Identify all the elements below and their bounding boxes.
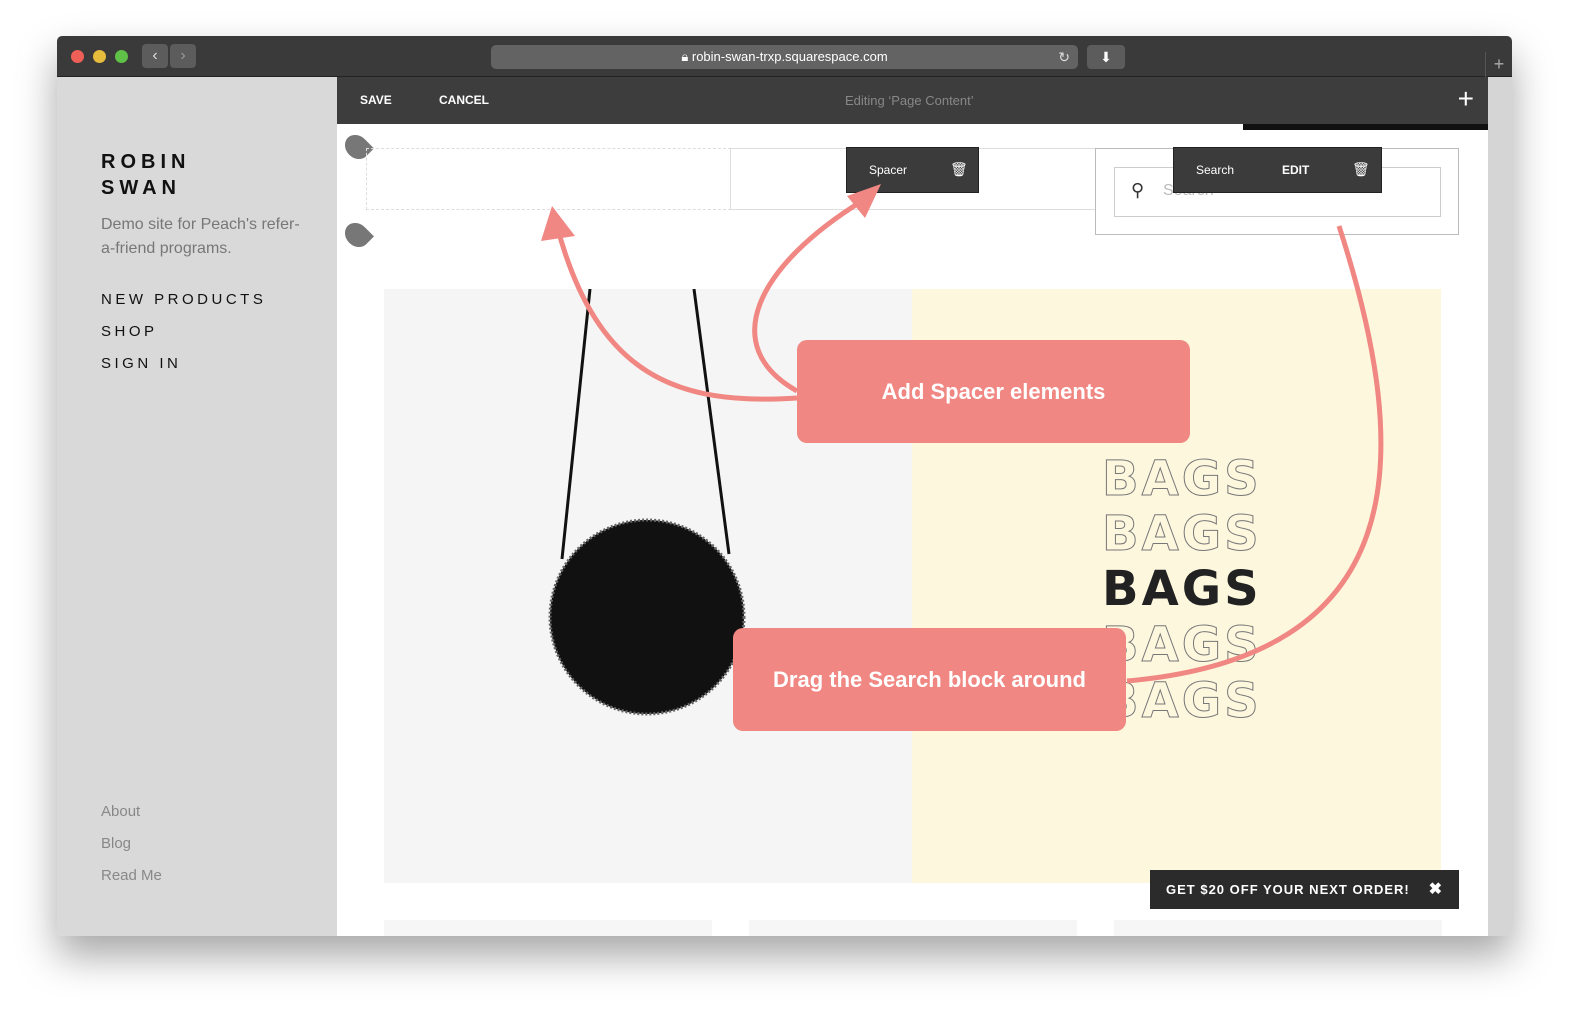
annotation-arrows [541, 184, 1384, 684]
promo-banner[interactable]: GET $20 OFF YOUR NEXT ORDER! ✖ [1150, 870, 1459, 909]
promo-text: GET $20 OFF YOUR NEXT ORDER! [1166, 882, 1410, 897]
arrowhead-icon [847, 184, 881, 218]
arrow-to-spacer [554, 225, 798, 402]
callout-add-spacer: Add Spacer elements [797, 340, 1190, 443]
arrowhead-icon [541, 206, 575, 241]
browser-window: ‹ › 🔒︎ robin-swan-trxp.squarespace.com ↻ … [57, 36, 1512, 936]
callout-drag-search: Drag the Search block around [733, 628, 1126, 731]
arrow-from-search [1126, 225, 1384, 684]
close-icon[interactable]: ✖ [1429, 870, 1443, 909]
